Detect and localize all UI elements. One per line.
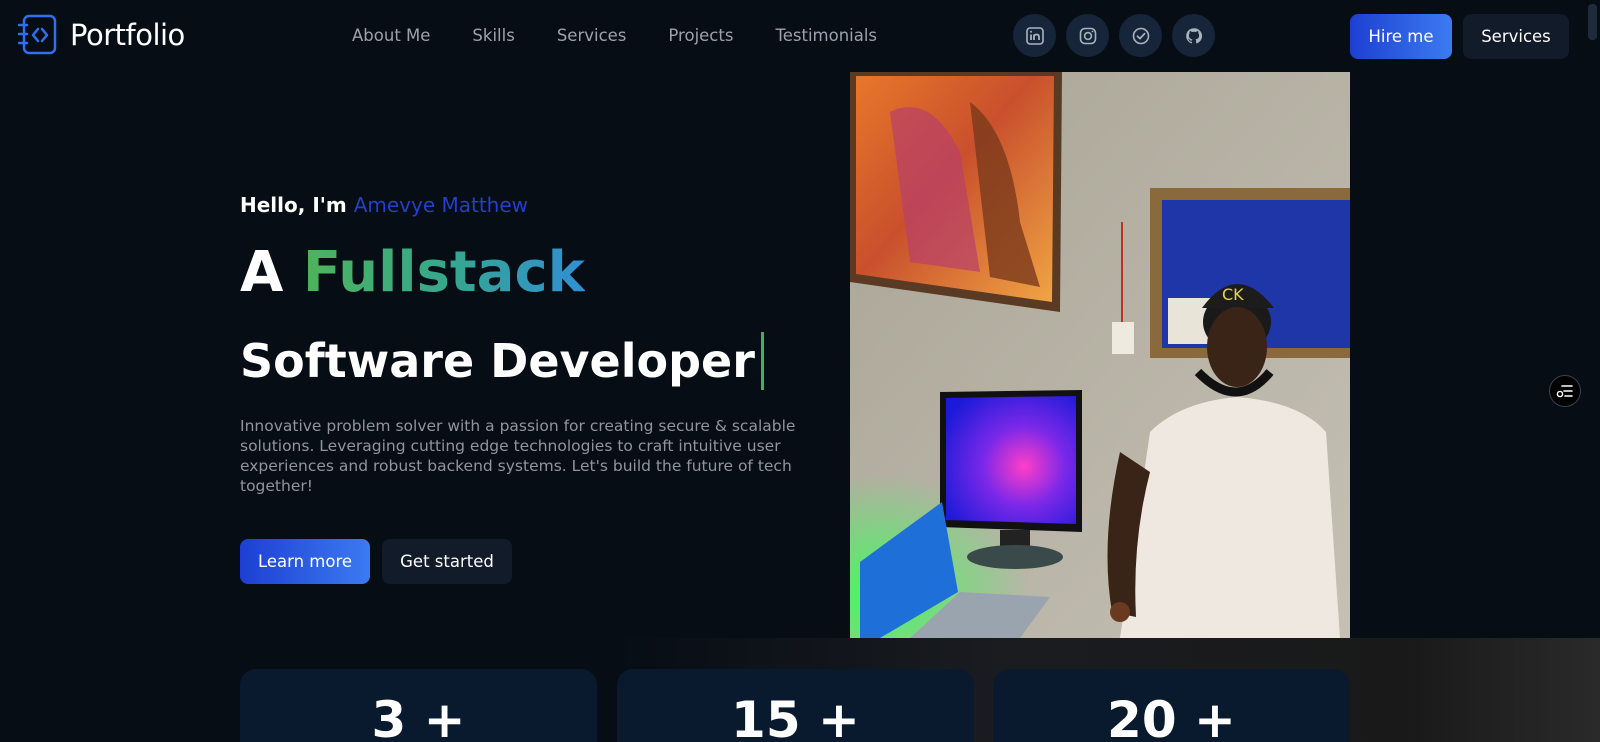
- check-circle-icon: [1132, 27, 1149, 44]
- check-link[interactable]: [1119, 14, 1162, 57]
- linkedin-icon: [1025, 26, 1044, 45]
- scrollbar-thumb[interactable]: [1588, 4, 1597, 40]
- greeting-text: Hello, I'm: [240, 193, 347, 217]
- list-settings-icon: [1556, 385, 1573, 398]
- profile-photo: CK: [850, 72, 1350, 638]
- code-file-icon: [18, 14, 57, 55]
- stat-card-1: 3 +: [240, 669, 597, 742]
- nav-item-services[interactable]: Services: [557, 26, 627, 45]
- stat-value: 3 +: [371, 691, 466, 742]
- brand-logo[interactable]: Portfolio: [18, 14, 185, 56]
- get-started-button[interactable]: Get started: [382, 539, 512, 584]
- hire-me-button[interactable]: Hire me: [1350, 14, 1452, 59]
- headline-highlight: Fullstack: [302, 240, 585, 305]
- hero-greeting: Hello, I'm Amevye Matthew: [240, 193, 528, 217]
- main-nav: About Me Skills Services Projects Testim…: [352, 26, 919, 45]
- brand-name: Portfolio: [70, 18, 185, 52]
- services-button[interactable]: Services: [1463, 14, 1569, 59]
- nav-item-skills[interactable]: Skills: [472, 26, 514, 45]
- stat-card-3: 20 +: [993, 669, 1350, 742]
- nav-item-about-me[interactable]: About Me: [352, 26, 430, 45]
- portfolio-page: Portfolio About Me Skills Services Proje…: [0, 0, 1600, 742]
- hero-name: Amevye Matthew: [353, 193, 529, 217]
- nav-item-projects[interactable]: Projects: [668, 26, 733, 45]
- stat-value: 15 +: [731, 691, 860, 742]
- profile-photo-illustration: CK: [850, 72, 1350, 638]
- github-link[interactable]: [1172, 14, 1215, 57]
- hero-description: Innovative problem solver with a passion…: [240, 417, 796, 495]
- svg-text:CK: CK: [1222, 285, 1244, 304]
- menu-toggle-button[interactable]: [1549, 375, 1581, 407]
- instagram-link[interactable]: [1066, 14, 1109, 57]
- nav-item-testimonials[interactable]: Testimonials: [775, 26, 877, 45]
- hero-headline-line2: Software Developer: [240, 330, 764, 392]
- social-links: [1013, 14, 1215, 57]
- typing-cursor: [760, 332, 764, 390]
- headline-prefix: A: [240, 240, 284, 305]
- stat-value: 20 +: [1107, 691, 1236, 742]
- linkedin-link[interactable]: [1013, 14, 1056, 57]
- instagram-icon: [1079, 27, 1096, 44]
- stat-card-2: 15 +: [617, 669, 974, 742]
- hero-headline-line1: A Fullstack: [240, 238, 585, 308]
- headline-role: Software Developer: [240, 334, 755, 388]
- learn-more-button[interactable]: Learn more: [240, 539, 370, 584]
- site-header: Portfolio About Me Skills Services Proje…: [0, 0, 1582, 70]
- github-icon: [1185, 27, 1202, 43]
